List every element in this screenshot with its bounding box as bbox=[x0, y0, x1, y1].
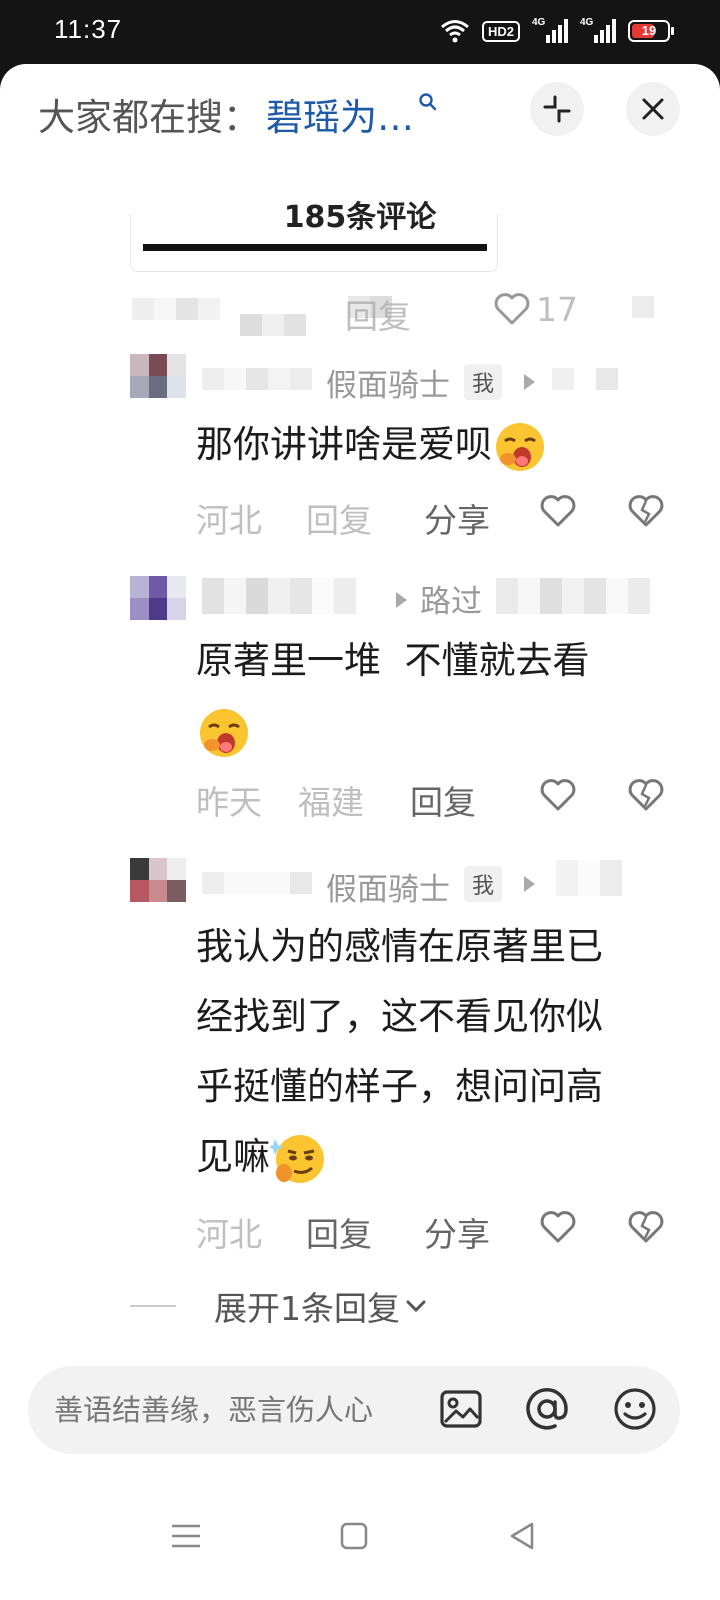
share-button[interactable]: 分享 bbox=[424, 494, 490, 542]
blurred-reply-target bbox=[496, 578, 650, 614]
comments-sheet: 大家都在搜： 碧瑶为… 185条评论 回复 17 假面骑士 我 那你讲讲啥是爱呗… bbox=[0, 64, 720, 1600]
wifi-icon bbox=[441, 20, 469, 43]
close-icon bbox=[642, 98, 664, 120]
blurred-location bbox=[240, 314, 306, 336]
avatar[interactable] bbox=[130, 576, 186, 620]
reply-to-arrow-icon bbox=[524, 374, 535, 390]
reply-to-arrow-icon bbox=[524, 876, 535, 892]
comment-text: 我认为的感情在原著里已 经找到了，这不看见你似 乎挺懂的样子，想问问高 见嘛 bbox=[196, 912, 666, 1192]
me-badge: 我 bbox=[464, 866, 503, 902]
close-button[interactable] bbox=[626, 82, 680, 136]
expand-replies-label: 展开1条回复 bbox=[214, 1289, 400, 1328]
like-icon[interactable] bbox=[494, 292, 530, 326]
hot-search-link[interactable]: 大家都在搜： 碧瑶为… bbox=[38, 86, 438, 142]
avatar[interactable] bbox=[130, 354, 186, 398]
signal-icon: 4G bbox=[532, 17, 568, 43]
username[interactable]: 假面骑士 bbox=[326, 864, 450, 909]
emoji-icon[interactable] bbox=[612, 1386, 658, 1432]
collapse-button[interactable] bbox=[530, 82, 584, 136]
dislike-icon[interactable] bbox=[628, 1210, 664, 1244]
hd-voice-icon: HD2 bbox=[481, 20, 520, 42]
reply-button[interactable]: 回复 bbox=[306, 1208, 372, 1256]
comment-input-bar bbox=[28, 1366, 680, 1454]
blurred-username bbox=[202, 872, 312, 894]
mention-icon[interactable] bbox=[524, 1386, 570, 1432]
comment-input[interactable] bbox=[54, 1366, 434, 1454]
comment-location: 福建 bbox=[298, 783, 364, 822]
yawning-face-icon bbox=[200, 708, 248, 757]
comment-location: 河北 bbox=[196, 501, 262, 540]
chevron-down-icon bbox=[406, 1300, 426, 1313]
blurred-username bbox=[202, 368, 312, 390]
avatar[interactable] bbox=[130, 858, 186, 902]
dislike-icon[interactable] bbox=[628, 778, 664, 812]
comment-text: 原著里一堆 不懂就去看 bbox=[196, 626, 666, 766]
comment-time: 昨天 bbox=[196, 783, 262, 822]
reply-button[interactable]: 回复 bbox=[410, 776, 476, 824]
username[interactable]: 路过 bbox=[420, 576, 482, 621]
status-icons: HD2 4G 4G 19 bbox=[440, 16, 674, 46]
me-badge: 我 bbox=[464, 364, 503, 400]
blurred-reply-target bbox=[556, 860, 622, 896]
comment-location: 河北 bbox=[196, 1215, 262, 1254]
expand-replies-button[interactable]: 展开1条回复 bbox=[130, 1282, 428, 1330]
comment-image-card[interactable] bbox=[130, 214, 498, 272]
like-count: 17 bbox=[536, 290, 578, 329]
menu-icon[interactable] bbox=[170, 1520, 202, 1552]
hot-search-term[interactable]: 碧瑶为… bbox=[266, 87, 414, 141]
blurred-reply-target bbox=[552, 368, 618, 390]
back-icon[interactable] bbox=[506, 1520, 538, 1552]
smirking-thinking-face-icon bbox=[270, 1134, 324, 1183]
status-time: 11:37 bbox=[54, 14, 123, 44]
comment-text: 那你讲讲啥是爱呗 bbox=[196, 410, 666, 480]
dislike-icon[interactable] bbox=[632, 296, 654, 318]
reply-button[interactable]: 回复 bbox=[345, 290, 411, 338]
search-icon bbox=[419, 93, 437, 111]
like-icon[interactable] bbox=[540, 1210, 576, 1244]
reply-to-arrow-icon bbox=[396, 592, 407, 608]
reply-button[interactable]: 回复 bbox=[306, 494, 372, 542]
dislike-icon[interactable] bbox=[628, 494, 664, 528]
signal-icon-2: 4G bbox=[580, 17, 616, 43]
like-icon[interactable] bbox=[540, 778, 576, 812]
username[interactable]: 假面骑士 bbox=[326, 360, 450, 405]
divider bbox=[130, 1305, 176, 1307]
share-button[interactable]: 分享 bbox=[424, 1208, 490, 1256]
hot-search-prefix: 大家都在搜： bbox=[38, 96, 260, 139]
system-nav-bar bbox=[0, 1484, 720, 1600]
like-icon[interactable] bbox=[540, 494, 576, 528]
blurred-time bbox=[132, 298, 220, 320]
blurred-username bbox=[202, 578, 356, 614]
home-icon[interactable] bbox=[338, 1520, 370, 1552]
image-icon[interactable] bbox=[438, 1386, 484, 1432]
status-bar: 11:37 HD2 4G 4G 19 bbox=[0, 0, 720, 64]
battery-icon: 19 bbox=[628, 20, 674, 42]
collapse-icon bbox=[543, 95, 571, 123]
yawning-face-icon bbox=[496, 422, 544, 471]
